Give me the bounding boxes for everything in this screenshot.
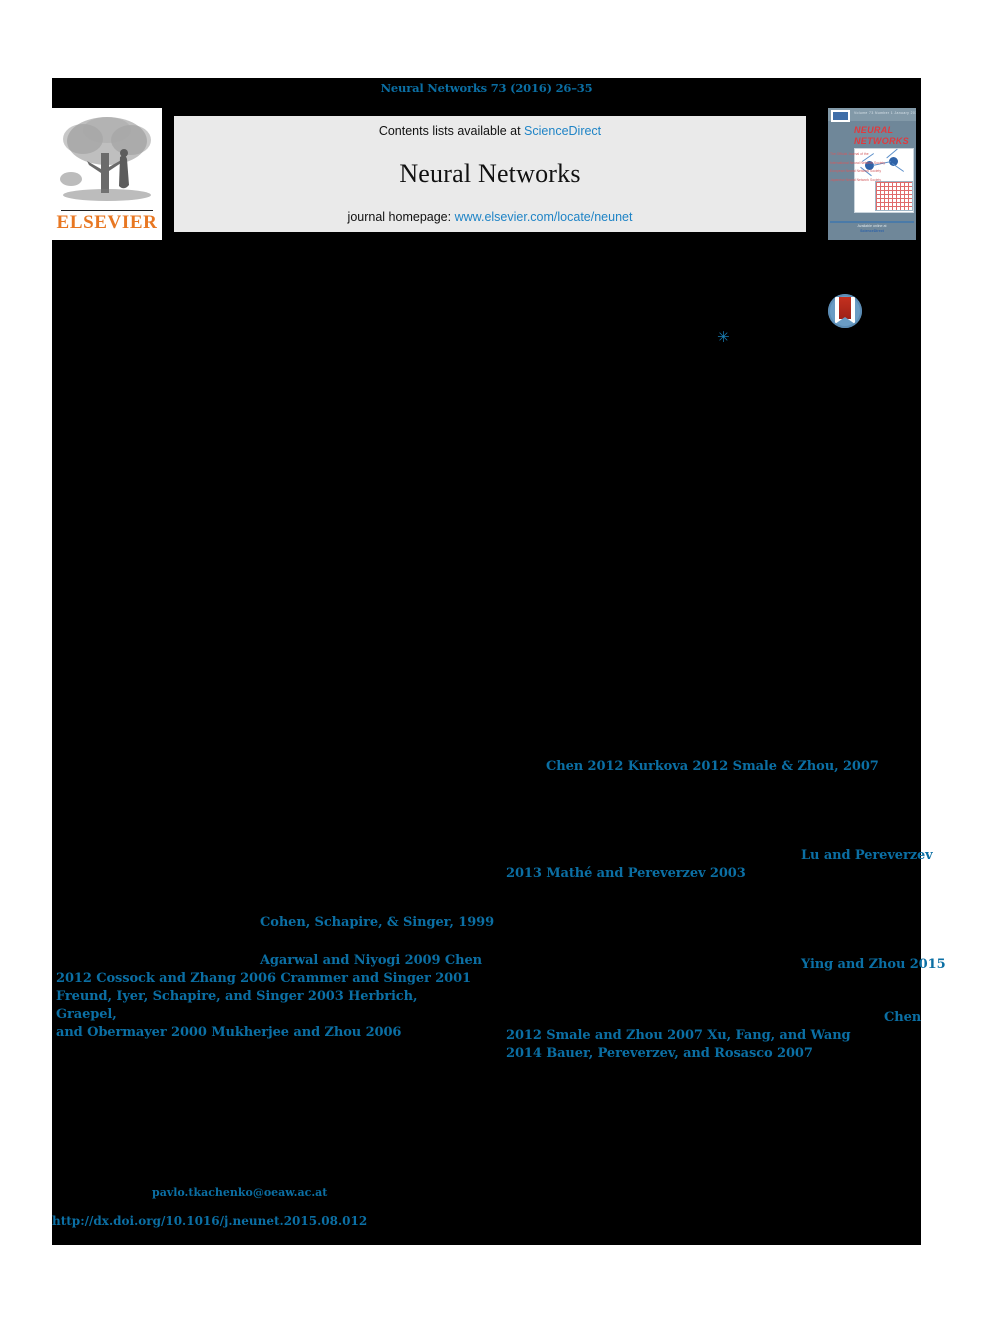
cover-title-line1: NEURAL: [854, 125, 894, 135]
cover-dendrite: [891, 163, 905, 172]
citation-line[interactable]: and Obermayer 2000 Mukherjee and Zhou 20…: [52, 1024, 482, 1042]
crossmark-badge[interactable]: [828, 294, 862, 328]
contents-available-line: Contents lists available at ScienceDirec…: [174, 124, 806, 138]
crossmark-notch: [835, 317, 855, 324]
running-head: Neural Networks 73 (2016) 26–35: [380, 81, 593, 95]
citation-link-group[interactable]: Ying and Zhou 2015: [801, 956, 946, 974]
cover-title-line2: NETWORKS: [854, 136, 909, 146]
citation-line[interactable]: Freund, Iyer, Schapire, and Singer 2003 …: [52, 988, 482, 1024]
journal-masthead-box: Contents lists available at ScienceDirec…: [174, 116, 806, 232]
cover-side-label: The Official Journal of the: [830, 152, 869, 156]
cover-side-label: Japanese Neural Network Society: [830, 177, 881, 182]
citation-link-group[interactable]: Chen: [884, 1009, 921, 1027]
cover-title: NEURAL NETWORKS: [854, 125, 914, 147]
journal-title: Neural Networks: [399, 159, 581, 188]
citation-line[interactable]: Agarwal and Niyogi 2009 Chen: [52, 952, 482, 970]
corresponding-author-email-link[interactable]: pavlo.tkachenko@oeaw.ac.at: [152, 1186, 327, 1199]
journal-cover-thumbnail: Volume 73 Number 1 January 2016 NEURAL N…: [828, 108, 916, 240]
citation-link-group[interactable]: Chen 2012 Kurkova 2012 Smale & Zhou, 200…: [546, 758, 879, 776]
crossmark-bar: [839, 297, 851, 319]
cover-divider: [830, 221, 914, 223]
cover-grid-chart: [875, 181, 913, 211]
cover-elsevier-mark: [831, 110, 850, 122]
elsevier-tree-icon: [57, 113, 157, 205]
citation-link-group[interactable]: Cohen, Schapire, & Singer, 1999: [260, 914, 494, 932]
sciencedirect-link[interactable]: ScienceDirect: [524, 124, 601, 138]
citation-line[interactable]: 2012 Cossock and Zhang 2006 Crammer and …: [52, 970, 482, 988]
cover-side-labels: The Official Journal of the Internationa…: [830, 152, 885, 186]
citation-link-group[interactable]: 2014 Bauer, Pereverzev, and Rosasco 2007: [506, 1045, 813, 1063]
cover-side-label: European Neural Network Society: [830, 169, 881, 174]
corresponding-author-asterisk[interactable]: ✳: [717, 330, 730, 345]
journal-homepage-link[interactable]: www.elsevier.com/locate/neunet: [455, 210, 633, 224]
citation-link-group[interactable]: 2013 Mathé and Pereverzev 2003: [506, 865, 746, 883]
cover-footer: Available online at ScienceDirect: [828, 224, 916, 234]
cover-footer-line2: ScienceDirect: [860, 229, 884, 233]
elsevier-rule: [61, 210, 153, 211]
doi-link[interactable]: http://dx.doi.org/10.1016/j.neunet.2015.…: [52, 1214, 367, 1228]
cover-issue-line: Volume 73 Number 1 January 2016: [854, 111, 916, 115]
elsevier-wordmark: ELSEVIER: [56, 212, 158, 233]
citation-link-group[interactable]: 2012 Smale and Zhou 2007 Xu, Fang, and W…: [506, 1027, 851, 1045]
citation-link-group[interactable]: Lu and Pereverzev: [801, 847, 933, 865]
homepage-prefix: journal homepage:: [347, 210, 455, 224]
journal-masthead: ELSEVIER Contents lists available at Sci…: [52, 108, 921, 240]
cover-side-label: International Neural Network Society: [830, 160, 885, 165]
article-page: Neural Networks 73 (2016) 26–35 ELSEVIER…: [52, 78, 946, 1245]
elsevier-logo: ELSEVIER: [52, 108, 162, 240]
citation-link-group[interactable]: Agarwal and Niyogi 2009 Chen 2012 Cossoc…: [52, 952, 482, 1042]
journal-homepage-line: journal homepage: www.elsevier.com/locat…: [174, 210, 806, 224]
contents-prefix: Contents lists available at: [378, 124, 525, 138]
cover-footer-line1: Available online at: [857, 224, 887, 228]
